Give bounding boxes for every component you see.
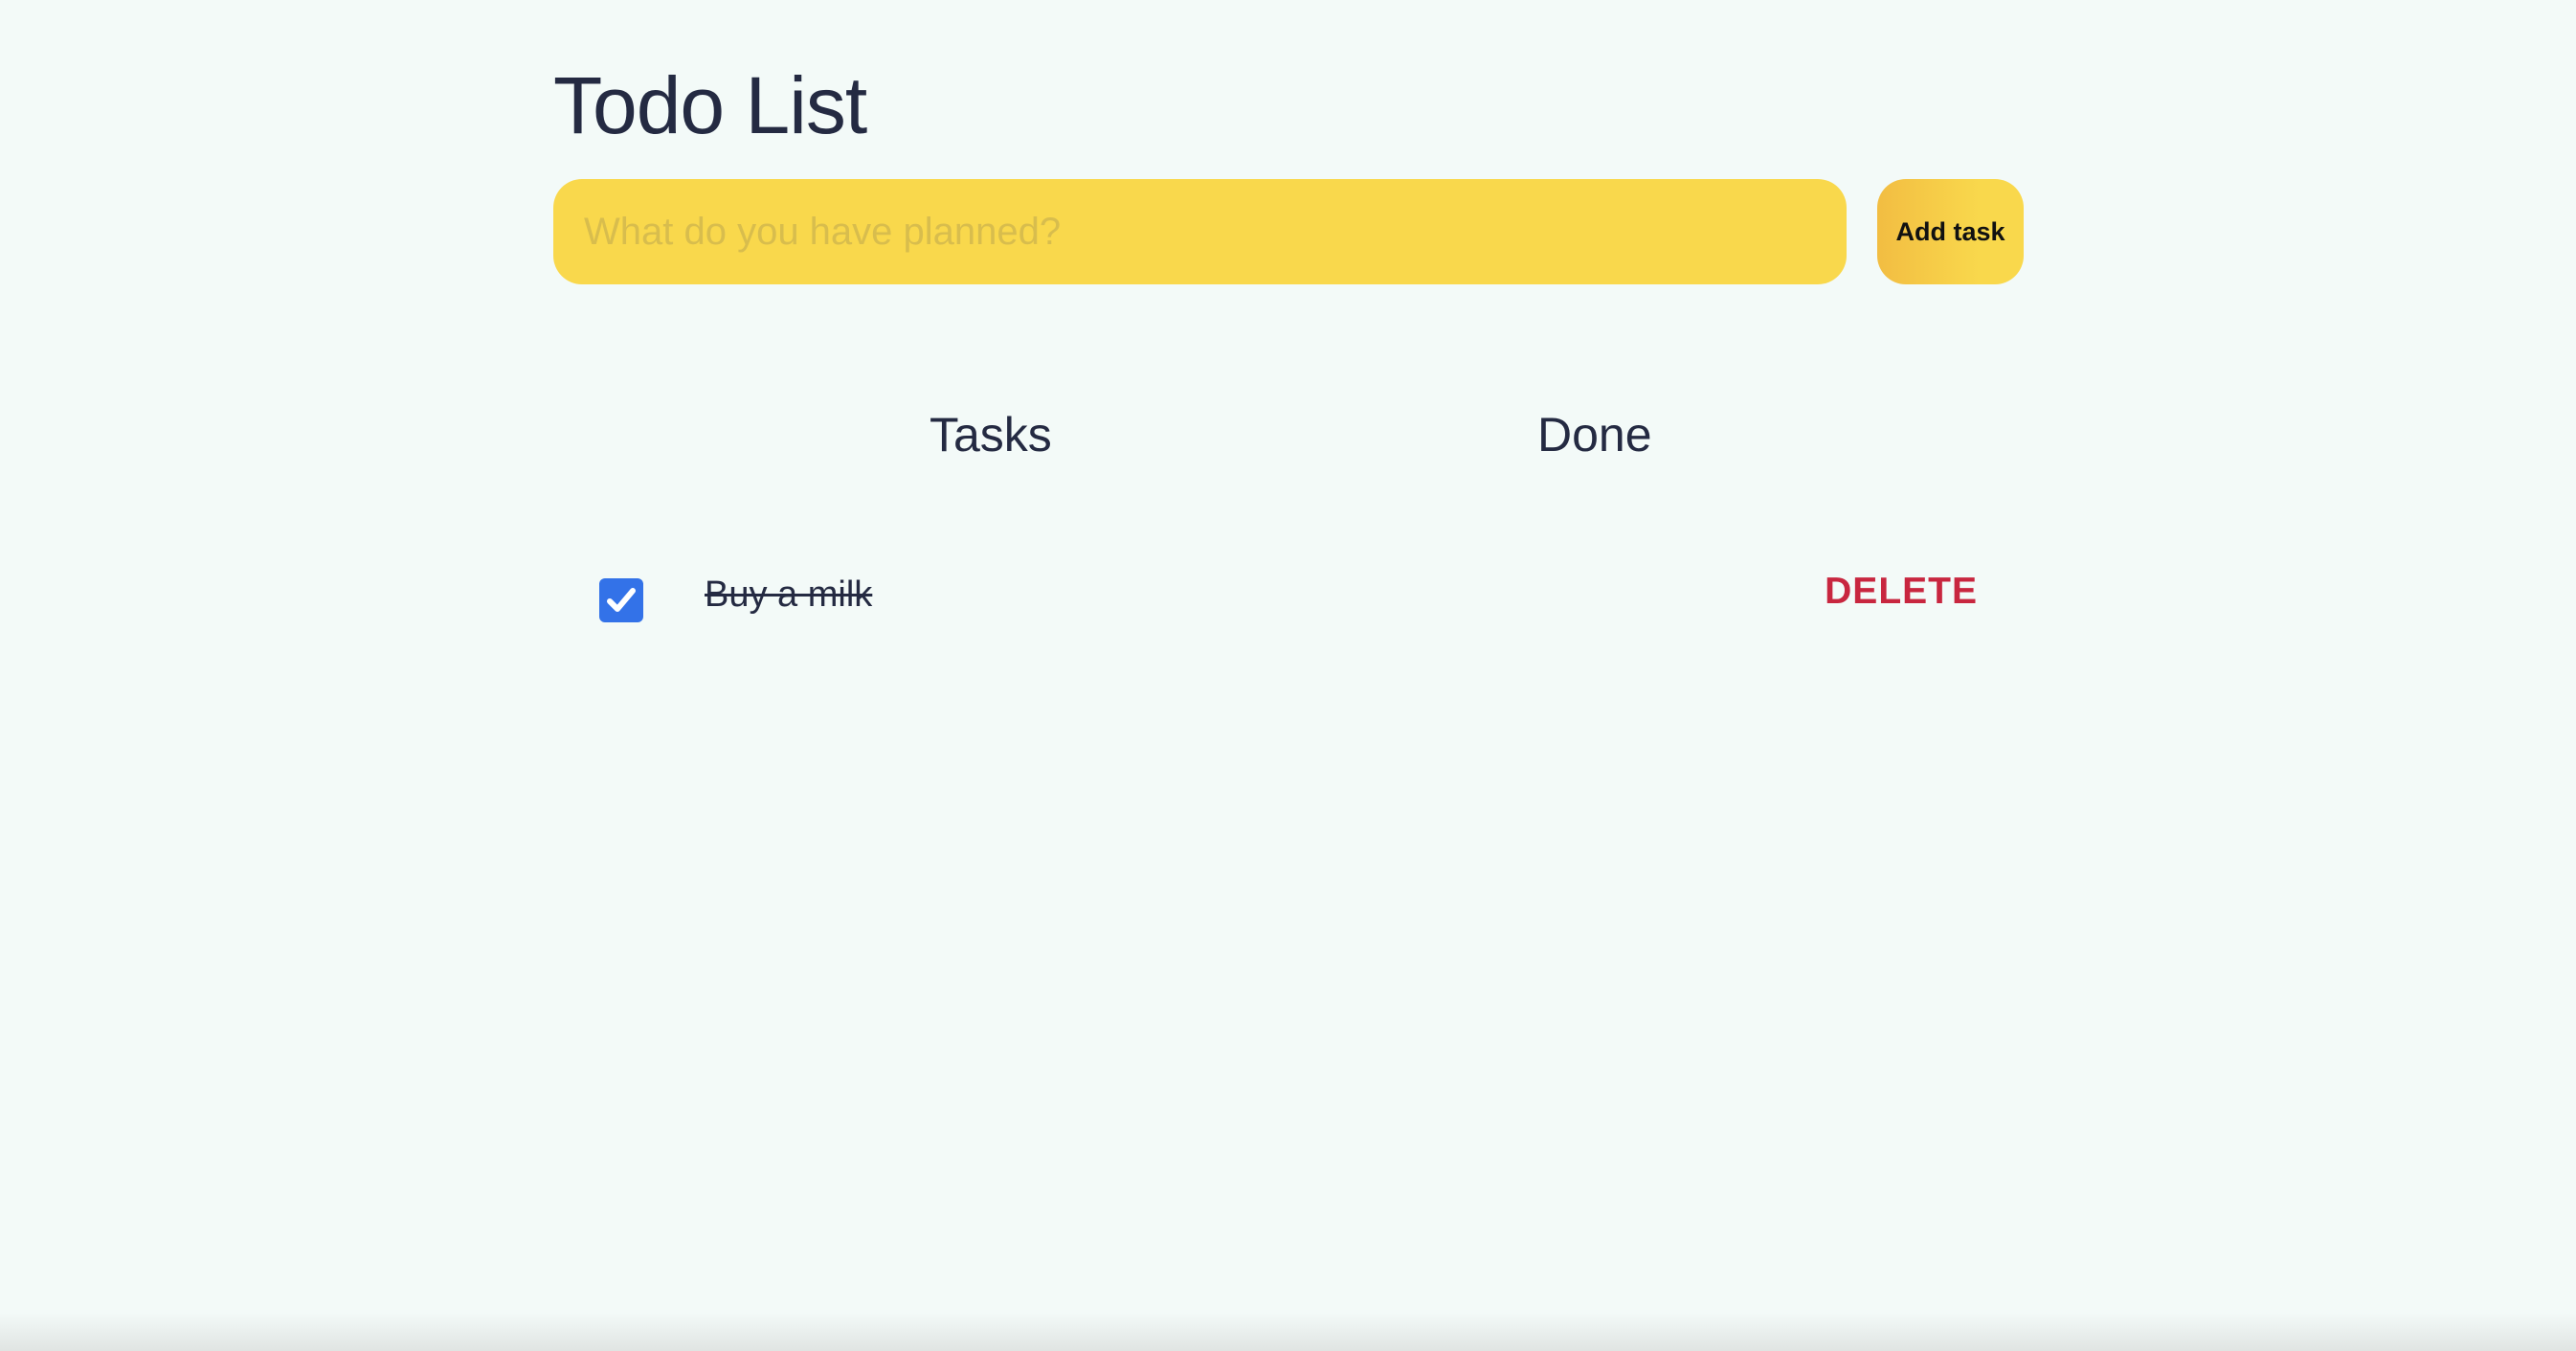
todo-app: Todo List Add task Tasks Done Buy a milk… (553, 57, 2024, 622)
check-icon (607, 588, 636, 612)
tab-done[interactable]: Done (1537, 407, 1652, 462)
page: { "app": { "title": "Todo List" }, "new_… (0, 0, 2576, 1351)
column-headers: Tasks Done (553, 407, 2024, 484)
delete-button[interactable]: DELETE (1825, 571, 1978, 613)
task-input[interactable] (553, 179, 1847, 284)
tab-tasks[interactable]: Tasks (930, 407, 1052, 462)
new-task-form: Add task (553, 179, 2024, 284)
task-checkbox[interactable] (599, 578, 643, 622)
list-item: Buy a milk DELETE (553, 557, 2024, 645)
add-task-button[interactable]: Add task (1877, 179, 2024, 284)
page-title: Todo List (553, 60, 867, 150)
task-label: Buy a milk (705, 574, 873, 615)
bottom-edge-shadow (0, 1313, 2576, 1351)
